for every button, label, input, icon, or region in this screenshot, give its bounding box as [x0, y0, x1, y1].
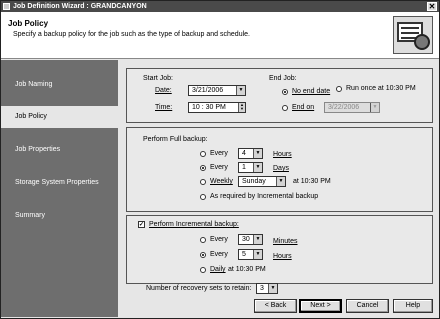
full-every-hours-label: Every — [210, 150, 228, 157]
next-button[interactable]: Next > — [299, 299, 342, 313]
inc-hours-unit: Hours — [273, 253, 292, 260]
window-title: Job Definition Wizard : GRANDCANYON — [13, 3, 147, 10]
app-icon — [3, 3, 10, 10]
page-description: Specify a backup policy for the job such… — [13, 31, 250, 38]
incremental-backup-panel: ✓ Perform Incremental backup: Every 30 ▼… — [126, 215, 433, 284]
back-button[interactable]: < Back — [254, 299, 297, 313]
date-label: Date: — [155, 87, 172, 94]
schedule-panel: Start Job: Date: 3/21/2006 ▼ Time: 10 : … — [126, 68, 433, 123]
spinner-arrows-icon[interactable]: ▲ ▼ — [238, 103, 245, 112]
full-weekly-radio[interactable] — [200, 179, 206, 185]
full-weekly-day-value: Sunday — [242, 178, 266, 185]
inc-daily-label: Daily — [210, 266, 226, 273]
sidebar-item-job-naming[interactable]: Job Naming — [1, 74, 118, 96]
full-as-required-radio[interactable] — [200, 194, 206, 200]
start-time-spinner[interactable]: 10 : 30 PM ▲ ▼ — [188, 102, 246, 113]
backup-policy-icon — [393, 16, 433, 54]
full-every-days-radio[interactable] — [200, 165, 206, 171]
wizard-window: Job Definition Wizard : GRANDCANYON ✕ Jo… — [0, 0, 440, 319]
full-as-required-label: As required by Incremental backup — [210, 193, 319, 200]
title-bar: Job Definition Wizard : GRANDCANYON ✕ — [1, 1, 439, 12]
recovery-sets-value: 3 — [260, 285, 264, 292]
inc-daily-radio[interactable] — [200, 267, 206, 273]
start-job-label: Start Job: — [143, 75, 173, 82]
recovery-sets-select[interactable]: 3 ▼ — [256, 283, 278, 294]
inc-hours-value: 5 — [242, 251, 246, 258]
inc-every-hours-radio[interactable] — [200, 252, 206, 258]
full-every-days-label: Every — [210, 164, 228, 171]
end-date-value: 3/22/2006 — [328, 104, 360, 111]
end-on-radio[interactable] — [282, 105, 288, 111]
inc-every-minutes-label: Every — [210, 236, 228, 243]
end-job-label: End Job: — [269, 75, 297, 82]
full-hours-select[interactable]: 4 ▼ — [238, 148, 263, 159]
chevron-down-icon[interactable]: ▼ — [268, 284, 277, 293]
full-backup-panel: Perform Full backup: Every 4 ▼ Hours Eve… — [126, 127, 433, 212]
full-weekly-day-select[interactable]: Sunday ▼ — [238, 176, 286, 187]
inc-hours-select[interactable]: 5 ▼ — [238, 249, 263, 260]
inc-daily-time: at 10:30 PM — [228, 266, 266, 273]
close-icon[interactable]: ✕ — [427, 2, 437, 11]
full-backup-label: Perform Full backup: — [143, 136, 208, 143]
sidebar-item-storage-system-properties[interactable]: Storage System Properties — [1, 172, 118, 194]
no-end-date-radio[interactable] — [282, 89, 288, 95]
run-once-label: Run once at 10:30 PM — [346, 85, 416, 92]
chevron-down-icon[interactable]: ▼ — [236, 86, 245, 95]
full-days-value: 1 — [242, 164, 246, 171]
chevron-down-icon[interactable]: ▼ — [276, 177, 285, 186]
no-end-date-label: No end date — [292, 88, 331, 95]
start-date-value: 3/21/2006 — [192, 87, 224, 94]
wizard-content: Start Job: Date: 3/21/2006 ▼ Time: 10 : … — [118, 60, 439, 317]
full-weekly-time: at 10:30 PM — [293, 178, 331, 185]
full-days-select[interactable]: 1 ▼ — [238, 162, 263, 173]
sidebar-item-job-policy[interactable]: Job Policy — [1, 106, 118, 128]
incremental-backup-label: Perform Incremental backup: — [149, 221, 239, 228]
chevron-down-icon[interactable]: ▼ — [253, 250, 262, 259]
sidebar-item-job-properties[interactable]: Job Properties — [1, 139, 118, 161]
full-days-unit: Days — [273, 165, 289, 172]
full-hours-unit: Hours — [273, 151, 292, 158]
chevron-down-icon[interactable]: ▼ — [253, 163, 262, 172]
wizard-steps-sidebar: Job Naming Job Policy Job Properties Sto… — [1, 60, 118, 317]
incremental-backup-checkbox[interactable]: ✓ — [138, 221, 145, 228]
end-date-picker[interactable]: 3/22/2006 ▼ — [324, 102, 380, 113]
cancel-button[interactable]: Cancel — [346, 299, 389, 313]
recovery-sets-label: Number of recovery sets to retain: — [146, 285, 252, 292]
inc-every-minutes-radio[interactable] — [200, 237, 206, 243]
wizard-header: Job Policy Specify a backup policy for t… — [1, 12, 439, 59]
time-label: Time: — [155, 104, 173, 111]
start-time-value: 10 : 30 PM — [192, 104, 226, 111]
inc-minutes-select[interactable]: 30 ▼ — [238, 234, 263, 245]
inc-minutes-unit: Minutes — [273, 238, 298, 245]
end-on-label: End on — [292, 104, 315, 111]
full-weekly-label: Weekly — [210, 178, 233, 185]
sidebar-item-summary[interactable]: Summary — [1, 205, 118, 227]
start-date-picker[interactable]: 3/21/2006 ▼ — [188, 85, 246, 96]
chevron-down-icon[interactable]: ▼ — [253, 149, 262, 158]
full-every-hours-radio[interactable] — [200, 151, 206, 157]
chevron-down-icon[interactable]: ▼ — [253, 235, 262, 244]
chevron-down-icon[interactable]: ▼ — [370, 103, 379, 112]
run-once-radio[interactable] — [336, 86, 342, 92]
page-title: Job Policy — [8, 19, 49, 28]
inc-every-hours-label: Every — [210, 251, 228, 258]
inc-minutes-value: 30 — [242, 236, 250, 243]
help-button[interactable]: Help — [393, 299, 433, 313]
full-hours-value: 4 — [242, 150, 246, 157]
